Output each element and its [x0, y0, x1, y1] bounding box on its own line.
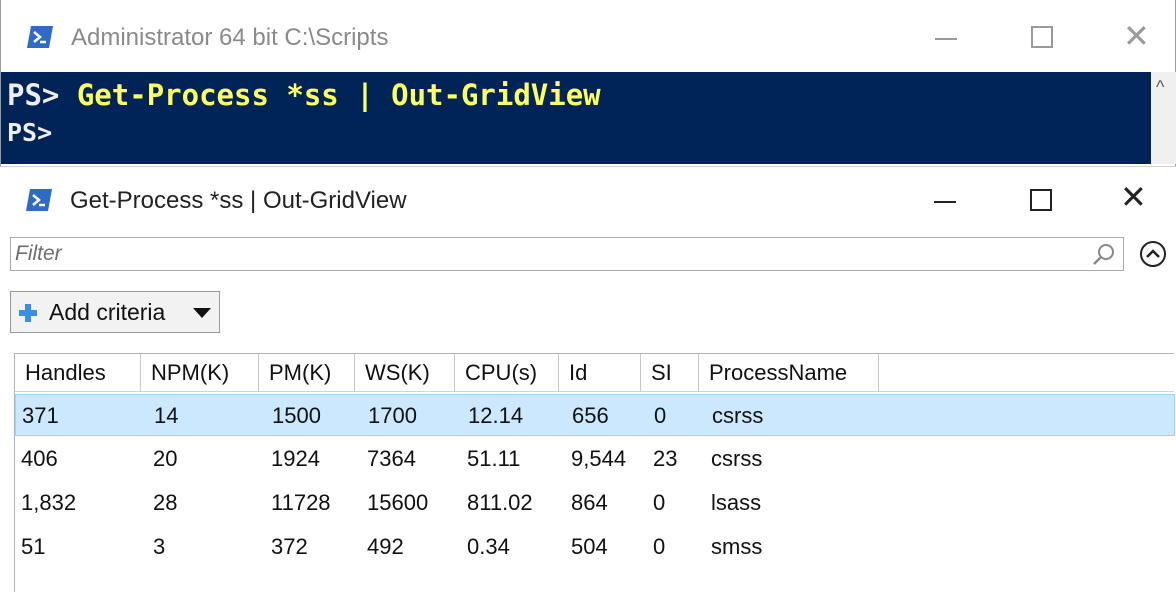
close-icon[interactable]: ✕: [1123, 20, 1150, 52]
minimize-icon[interactable]: [935, 38, 957, 40]
column-header-processname[interactable]: ProcessName: [699, 354, 879, 392]
cell-handles: 1,832: [21, 490, 77, 515]
scroll-up-icon[interactable]: ^: [1156, 78, 1164, 96]
console-scrollbar[interactable]: ^: [1151, 72, 1176, 164]
column-header-id[interactable]: Id: [559, 354, 641, 392]
console-output[interactable]: PS> Get-Process *ss | Out-GridView PS>: [1, 72, 1151, 164]
cell-ws: 15600: [367, 490, 429, 515]
cell-npm: 20: [153, 446, 178, 471]
column-header-cpu[interactable]: CPU(s): [455, 354, 559, 392]
close-icon[interactable]: ✕: [1120, 181, 1147, 213]
cell-id: 504: [571, 534, 608, 559]
collapse-up-icon[interactable]: [1138, 239, 1168, 269]
console-title: Administrator 64 bit C:\Scripts: [71, 24, 389, 51]
grid-header: Handles NPM(K) PM(K) WS(K) CPU(s) Id SI …: [15, 354, 1174, 392]
cell-cpu: 0.34: [467, 534, 510, 559]
cell-id: 864: [571, 490, 608, 515]
cell-cpu: 811.02: [467, 490, 533, 515]
table-row[interactable]: 51 3 372 492 0.34 504 0 smss: [15, 526, 1175, 568]
filter-input[interactable]: [15, 240, 1075, 268]
column-header-npm[interactable]: NPM(K): [141, 354, 259, 392]
table-row[interactable]: 1,832 28 11728 15600 811.02 864 0 lsass: [15, 482, 1175, 524]
cell-handles: 371: [22, 403, 59, 428]
cell-processname: csrss: [712, 403, 764, 428]
maximize-icon[interactable]: [1030, 189, 1052, 211]
cell-handles: 406: [21, 446, 58, 471]
cell-npm: 28: [153, 490, 178, 515]
console-prompt: PS>: [7, 78, 60, 112]
column-header-handles[interactable]: Handles: [15, 354, 141, 392]
cell-ws: 492: [367, 534, 404, 559]
cell-si: 0: [653, 490, 666, 515]
add-criteria-label: Add criteria: [49, 299, 166, 325]
console-line: PS> Get-Process *ss | Out-GridView: [7, 78, 601, 112]
filter-box: [10, 237, 1124, 271]
cell-cpu: 12.14: [468, 403, 524, 428]
cell-processname: csrss: [711, 446, 763, 471]
process-grid: Handles NPM(K) PM(K) WS(K) CPU(s) Id SI …: [14, 353, 1175, 592]
chevron-down-icon: [193, 308, 211, 318]
powershell-icon: [26, 189, 52, 211]
console-line: PS>: [7, 116, 52, 150]
cell-ws: 7364: [367, 446, 416, 471]
cell-processname: smss: [711, 534, 763, 559]
cell-npm: 14: [154, 403, 179, 428]
table-row[interactable]: 406 20 1924 7364 51.11 9,544 23 csrss: [15, 438, 1175, 480]
powershell-console-window: Administrator 64 bit C:\Scripts ✕ PS> Ge…: [0, 0, 1176, 168]
cell-cpu: 51.11: [467, 446, 521, 471]
cell-handles: 51: [21, 534, 46, 559]
cell-pm: 1500: [272, 403, 321, 428]
cell-pm: 372: [271, 534, 308, 559]
cell-si: 0: [654, 403, 667, 428]
column-header-si[interactable]: SI: [641, 354, 699, 392]
add-criteria-button[interactable]: Add criteria: [10, 291, 220, 333]
console-titlebar[interactable]: Administrator 64 bit C:\Scripts ✕: [1, 0, 1175, 72]
cell-si: 0: [653, 534, 666, 559]
minimize-icon[interactable]: [934, 201, 956, 203]
console-prompt: PS>: [7, 118, 53, 147]
console-command: Get-Process *ss | Out-GridView: [59, 78, 601, 112]
column-header-ws[interactable]: WS(K): [355, 354, 455, 392]
column-header-pm[interactable]: PM(K): [259, 354, 355, 392]
plus-icon: [19, 304, 37, 322]
cell-id: 9,544: [571, 446, 627, 471]
cell-pm: 1924: [271, 446, 320, 471]
gridview-title: Get-Process *ss | Out-GridView: [70, 187, 407, 214]
cell-processname: lsass: [711, 490, 762, 515]
powershell-icon: [27, 26, 53, 48]
maximize-icon[interactable]: [1031, 26, 1053, 48]
cell-pm: 11728: [271, 490, 331, 515]
search-icon[interactable]: [1091, 242, 1117, 268]
table-row[interactable]: 371 14 1500 1700 12.14 656 0 csrss: [15, 394, 1175, 436]
cell-npm: 3: [153, 534, 166, 559]
cell-ws: 1700: [368, 403, 417, 428]
gridview-window: Get-Process *ss | Out-GridView ✕ Add cri…: [0, 166, 1176, 592]
cell-si: 23: [653, 446, 678, 471]
cell-id: 656: [572, 403, 609, 428]
